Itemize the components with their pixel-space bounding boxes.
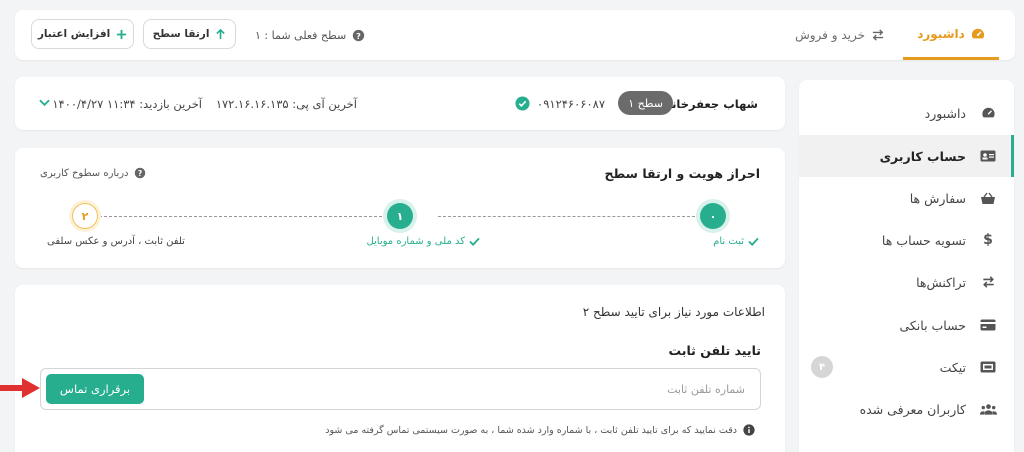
sidebar-item-label: داشبورد (924, 105, 966, 121)
sidebar-item-label: سفارش ها (909, 190, 966, 206)
sidebar: داشبورد حساب کاربری سفارش ها $ تسویه حسا… (799, 80, 1014, 452)
sidebar-item-account[interactable]: حساب کاربری (799, 135, 1014, 177)
ticket-icon (980, 361, 996, 373)
svg-text:?: ? (356, 30, 361, 40)
sidebar-item-orders[interactable]: سفارش ها (799, 177, 1014, 219)
increase-credit-label: افزایش اعتبار (37, 28, 111, 40)
help-icon: ? (134, 167, 145, 179)
chevron-down-icon[interactable] (39, 99, 50, 107)
users-icon (979, 404, 997, 415)
requirements-title: اطلاعات مورد نیاز برای تایید سطح ۲ (582, 305, 765, 319)
gauge-icon (981, 107, 995, 118)
step-label-text: تلفن ثابت ، آدرس و عکس سلفی (47, 236, 185, 247)
step-label-1: کد ملی و شماره موبایل (366, 236, 480, 247)
top-bar: داشبورد خرید و فروش ? سطح فعلی شما : ۱ ا… (15, 10, 1015, 60)
sidebar-item-label: تراکنش‌ها (916, 274, 966, 290)
sidebar-item-dashboard[interactable]: داشبورد (799, 92, 1014, 134)
last-ip: آخرین آی پی: ۱۷۲.۱۶.۱۶.۱۳۵ (215, 96, 357, 111)
check-icon (748, 237, 759, 246)
landline-input-group: برقراری تماس (40, 368, 761, 410)
step-label-text: ثبت نام (713, 236, 744, 247)
sidebar-item-ticket[interactable]: تیکت ۴ (799, 346, 1014, 388)
sidebar-item-label: تسویه حساب ها (881, 232, 966, 248)
tab-trade-label: خرید و فروش (795, 28, 865, 42)
verification-steps-card: احراز هویت و ارتقا سطح ? درباره سطوح کار… (15, 148, 785, 268)
check-icon (469, 237, 480, 246)
gauge-icon (971, 28, 984, 38)
exchange-icon (982, 276, 994, 288)
user-info-card: شهاب جعفرخانی سطح ۱ ۰۹۱۲۴۶۰۶۰۸۷ آخرین آی… (15, 77, 785, 130)
level-badge: سطح ۱ (618, 91, 673, 115)
tab-trade[interactable]: خرید و فروش (795, 10, 885, 60)
dollar-icon: $ (983, 232, 993, 248)
sidebar-item-label: تیکت (939, 359, 966, 375)
tab-dashboard-label: داشبورد (917, 26, 965, 41)
user-name: شهاب جعفرخانی (660, 96, 758, 111)
help-icon: ? (353, 29, 365, 41)
step-connector (99, 216, 387, 217)
credit-card-icon (980, 319, 996, 331)
exchange-icon (872, 29, 884, 41)
sidebar-item-referred-users[interactable]: کاربران معرفی شده (799, 388, 1014, 430)
id-card-icon (980, 150, 996, 162)
step-label-text: کد ملی و شماره موبایل (366, 236, 465, 247)
current-level-text: سطح فعلی شما : ۱ (255, 28, 347, 42)
current-level: ? سطح فعلی شما : ۱ (255, 10, 365, 60)
upgrade-level-label: ارتقا سطح (152, 28, 210, 40)
landline-verify-title: تایید تلفن ثابت (668, 343, 761, 358)
levels-help-label: درباره سطوح کاربری (40, 167, 129, 179)
increase-credit-button[interactable]: افزایش اعتبار (31, 19, 134, 49)
step-label-2: تلفن ثابت ، آدرس و عکس سلفی (47, 236, 185, 247)
svg-text:?: ? (137, 169, 141, 178)
sidebar-item-label: حساب بانکی (899, 317, 966, 333)
step-connector (438, 216, 700, 217)
tab-dashboard[interactable]: داشبورد (903, 10, 999, 60)
levels-help-link[interactable]: ? درباره سطوح کاربری (40, 167, 146, 179)
sidebar-item-label: کاربران معرفی شده (859, 401, 966, 417)
landline-note-text: دقت نمایید که برای تایید تلفن ثابت ، با … (325, 424, 737, 436)
arrow-up-icon (216, 28, 226, 39)
plus-icon (117, 29, 127, 39)
step-circle-2: ۲ (72, 203, 98, 229)
user-phone: ۰۹۱۲۴۶۰۶۰۸۷ (537, 96, 605, 111)
sidebar-item-settlements[interactable]: $ تسویه حساب ها (799, 219, 1014, 261)
last-visit: آخرین بازدید: ۱۱:۳۴ ۱۴۰۰/۴/۲۷ (52, 96, 202, 111)
landline-note: دقت نمایید که برای تایید تلفن ثابت ، با … (325, 424, 755, 436)
sidebar-item-transactions[interactable]: تراکنش‌ها (799, 261, 1014, 303)
upgrade-level-button[interactable]: ارتقا سطح (143, 19, 236, 49)
step-label-0: ثبت نام (713, 236, 759, 247)
steps-title: احراز هویت و ارتقا سطح (604, 166, 761, 181)
verified-check-icon (515, 96, 530, 111)
red-arrow-icon (0, 378, 40, 398)
place-call-button[interactable]: برقراری تماس (46, 374, 144, 404)
step-circle-1: ۱ (387, 203, 413, 229)
requirements-card: اطلاعات مورد نیاز برای تایید سطح ۲ تایید… (15, 285, 785, 452)
basket-icon (981, 192, 995, 204)
ticket-count-badge: ۴ (811, 356, 833, 378)
sidebar-item-bank-account[interactable]: حساب بانکی (799, 304, 1014, 346)
sidebar-item-label: حساب کاربری (879, 148, 966, 164)
info-icon (743, 424, 755, 436)
landline-phone-input[interactable] (180, 369, 760, 409)
step-circle-0: ۰ (700, 203, 726, 229)
